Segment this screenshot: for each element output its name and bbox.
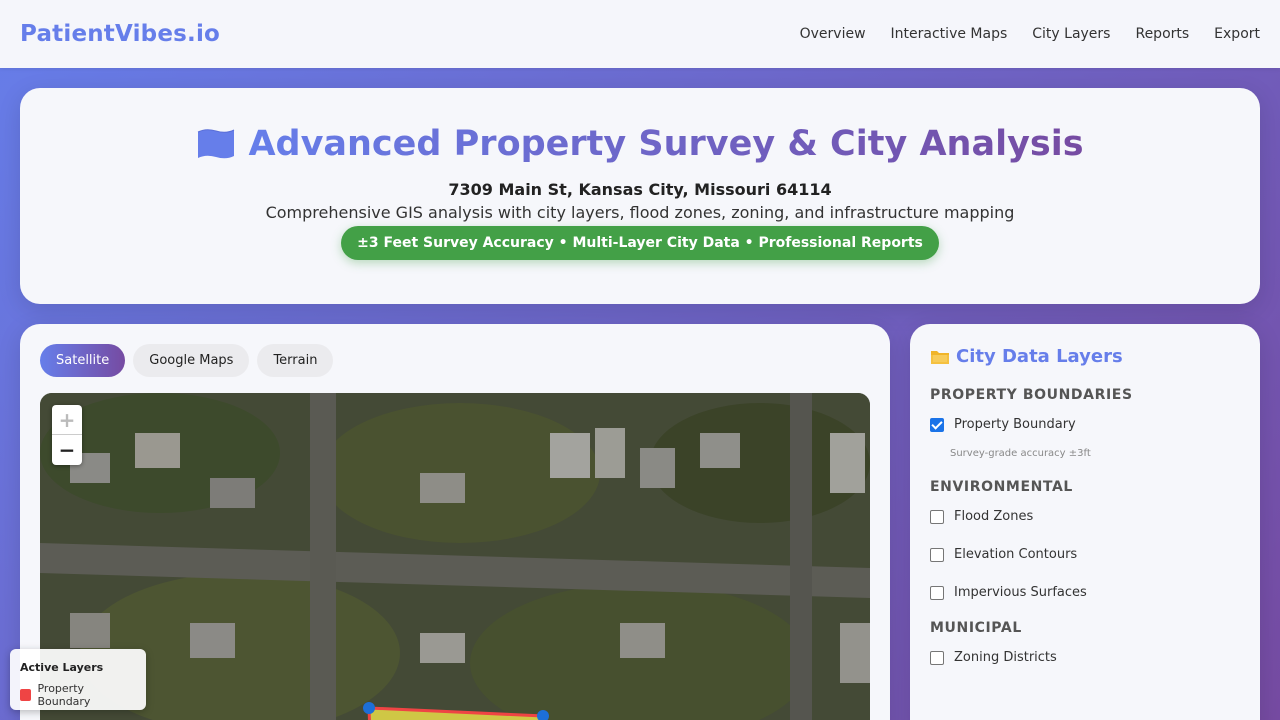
map-type-tabs: Satellite Google Maps Terrain	[40, 344, 334, 377]
layer-toggle-impervious-surfaces[interactable]: Impervious Surfaces	[930, 585, 1240, 600]
active-layers-legend: Active Layers Property Boundary	[10, 649, 146, 710]
legend-label: Property Boundary	[37, 682, 91, 708]
legend-title: Active Layers	[20, 661, 104, 674]
tab-terrain[interactable]: Terrain	[257, 344, 334, 377]
property-boundary-checkbox[interactable]	[930, 417, 944, 432]
main-nav: Overview Interactive Maps City Layers Re…	[800, 26, 1260, 42]
hero-title-row: Advanced Property Survey & City Analysis	[20, 124, 1260, 164]
layer-label: Impervious Surfaces	[954, 585, 1087, 600]
hero-subtitle: Comprehensive GIS analysis with city lay…	[265, 203, 1015, 222]
layer-label: Zoning Districts	[954, 650, 1057, 665]
zoom-out-button[interactable]: −	[52, 435, 82, 465]
hero-card: Advanced Property Survey & City Analysis…	[20, 88, 1260, 304]
folder-icon	[931, 350, 949, 364]
nav-link-reports[interactable]: Reports	[1135, 26, 1189, 42]
section-title-environmental: Environmental	[930, 479, 1073, 495]
layer-label: Property Boundary	[954, 417, 1076, 432]
layer-toggle-property-boundary[interactable]: Property Boundary	[930, 417, 1240, 432]
map-icon	[198, 129, 235, 159]
top-navbar: PatientVibes.io Overview Interactive Map…	[0, 0, 1280, 68]
nav-link-city-layers[interactable]: City Layers	[1032, 26, 1110, 42]
layer-toggle-flood-zones[interactable]: Flood Zones	[930, 509, 1240, 524]
panel-title: City Data Layers	[930, 346, 1240, 367]
map-card: Satellite Google Maps Terrain + −	[20, 324, 890, 720]
zoom-in-button[interactable]: +	[52, 405, 82, 435]
layer-label: Elevation Contours	[954, 547, 1078, 562]
section-title-municipal: Municipal	[930, 620, 1022, 636]
tab-google-maps[interactable]: Google Maps	[133, 344, 250, 377]
nav-link-export[interactable]: Export	[1214, 26, 1260, 42]
legend-item: Property Boundary	[20, 682, 136, 708]
layer-toggle-zoning-districts[interactable]: Zoning Districts	[930, 650, 1240, 665]
nav-link-interactive-maps[interactable]: Interactive Maps	[891, 26, 1008, 42]
satellite-map[interactable]: + −	[40, 393, 870, 720]
property-address: 7309 Main St, Kansas City, Missouri 6411…	[448, 180, 832, 199]
page-title: Advanced Property Survey & City Analysis	[248, 124, 1084, 164]
section-title-property-boundaries: Property Boundaries	[930, 387, 1133, 403]
elevation-contours-checkbox[interactable]	[930, 547, 944, 562]
zoning-districts-checkbox[interactable]	[930, 650, 944, 665]
layer-toggle-elevation-contours[interactable]: Elevation Contours	[930, 547, 1240, 562]
panel-title-label: City Data Layers	[956, 346, 1123, 367]
zoom-control: + −	[52, 405, 82, 465]
tab-satellite[interactable]: Satellite	[40, 344, 126, 377]
brand-logo[interactable]: PatientVibes.io	[20, 21, 220, 47]
accuracy-badge: ±3 Feet Survey Accuracy • Multi-Layer Ci…	[341, 226, 939, 260]
impervious-surfaces-checkbox[interactable]	[930, 585, 944, 600]
legend-swatch	[20, 689, 32, 701]
satellite-imagery	[40, 393, 870, 720]
nav-link-overview[interactable]: Overview	[800, 26, 866, 42]
layer-note: Survey-grade accuracy ±3ft	[950, 448, 1091, 459]
flood-zones-checkbox[interactable]	[930, 509, 944, 524]
city-layers-panel: City Data Layers Property Boundaries Pro…	[910, 324, 1260, 720]
layer-label: Flood Zones	[954, 509, 1034, 524]
